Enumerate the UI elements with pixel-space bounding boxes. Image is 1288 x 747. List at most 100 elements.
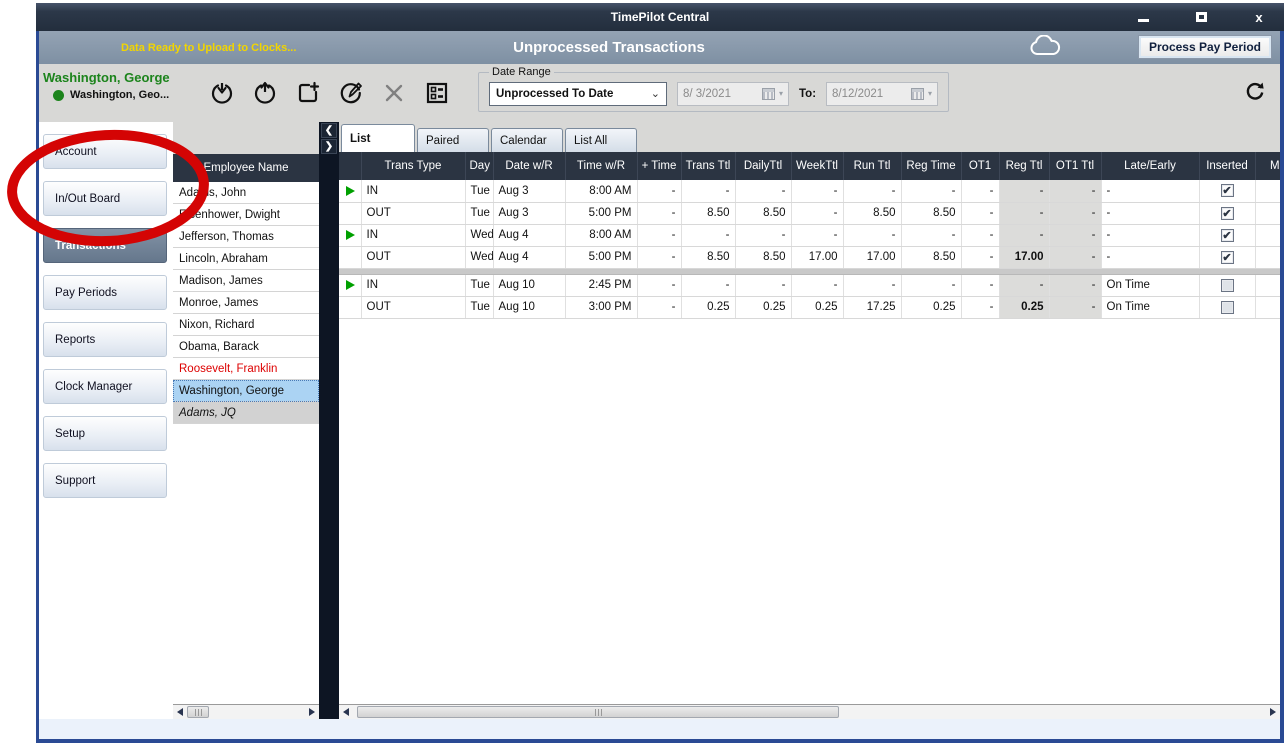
employee-list-item[interactable]: Adams, John	[173, 182, 319, 204]
column-header-day[interactable]: Day	[465, 152, 493, 180]
panel-divider: ❮ ❯	[319, 122, 339, 719]
checkbox-checked-icon[interactable]: ✔	[1221, 251, 1234, 264]
transactions-table: Trans TypeDayDate w/RTime w/R+ TimeTrans…	[339, 152, 1280, 319]
tab-calendar[interactable]: Calendar	[491, 128, 563, 152]
process-pay-period-button[interactable]: Process Pay Period	[1138, 35, 1272, 59]
column-header-ot1[interactable]: OT1	[961, 152, 999, 180]
close-button[interactable]: x	[1248, 7, 1270, 27]
sidebar-item-clock-manager[interactable]: Clock Manager	[43, 369, 167, 404]
view-options-button[interactable]	[424, 80, 450, 106]
column-header-marker[interactable]	[339, 152, 361, 180]
transaction-row[interactable]: INTueAug 102:45 PM---------On Time	[339, 274, 1280, 296]
cell-date-w-r: Aug 4	[493, 224, 565, 246]
selected-employee-status-name: Washington, Geo...	[70, 89, 169, 101]
employee-list-hscrollbar[interactable]	[173, 704, 319, 719]
column-header-trans-ttl[interactable]: Trans Ttl	[681, 152, 735, 180]
employee-list-item[interactable]: Adams, JQ	[173, 402, 319, 424]
column-header-weekttl[interactable]: WeekTtl	[791, 152, 843, 180]
minimize-button[interactable]	[1132, 7, 1154, 27]
column-header-mo[interactable]: Mo	[1255, 152, 1280, 180]
column-header-dailyttl[interactable]: DailyTtl	[735, 152, 791, 180]
sidebar-item-account[interactable]: Account	[43, 134, 167, 169]
tab-list-all[interactable]: List All	[565, 128, 637, 152]
employee-list-item[interactable]: Madison, James	[173, 270, 319, 292]
from-date-picker[interactable]: 8/ 3/2021 ▾	[677, 82, 789, 106]
table-hscrollbar[interactable]	[339, 704, 1280, 719]
transaction-row[interactable]: OUTWedAug 45:00 PM-8.508.5017.0017.008.5…	[339, 246, 1280, 268]
sidebar-item-transactions[interactable]: Transactions	[43, 228, 167, 263]
delete-transaction-button[interactable]	[381, 80, 407, 106]
clock-in-button[interactable]	[209, 80, 235, 106]
employee-list-item[interactable]: Monroe, James	[173, 292, 319, 314]
employee-list-item[interactable]: Lincoln, Abraham	[173, 248, 319, 270]
cell-late-early: On Time	[1101, 296, 1199, 318]
edit-transaction-button[interactable]	[338, 80, 364, 106]
column-header--time[interactable]: + Time	[637, 152, 681, 180]
employee-list: Adams, JohnEisenhower, DwightJefferson, …	[173, 182, 319, 719]
cell-inserted	[1199, 296, 1255, 318]
cloud-icon[interactable]	[1028, 35, 1062, 59]
checkbox-unchecked-icon[interactable]	[1221, 301, 1234, 314]
employee-list-item[interactable]: Obama, Barack	[173, 336, 319, 358]
cell-ot1: -	[961, 274, 999, 296]
transaction-row[interactable]: OUTTueAug 35:00 PM-8.508.50-8.508.50----…	[339, 202, 1280, 224]
column-header-inserted[interactable]: Inserted	[1199, 152, 1255, 180]
sidebar-item-reports[interactable]: Reports	[43, 322, 167, 357]
employee-list-item[interactable]: Eisenhower, Dwight	[173, 204, 319, 226]
add-transaction-button[interactable]	[295, 80, 321, 106]
cell-ot1-ttl: -	[1049, 296, 1101, 318]
maximize-button[interactable]	[1190, 7, 1212, 27]
selected-employee-info: Washington, George Washington, Geo...	[39, 64, 185, 122]
column-header-late-early[interactable]: Late/Early	[1101, 152, 1199, 180]
green-arrow-icon	[346, 186, 355, 196]
row-marker-cell	[339, 296, 361, 318]
column-header-ot1-ttl[interactable]: OT1 Ttl	[1049, 152, 1101, 180]
cell-weekttl: -	[791, 224, 843, 246]
checkbox-unchecked-icon[interactable]	[1221, 279, 1234, 292]
sidebar-item-support[interactable]: Support	[43, 463, 167, 498]
column-header-trans-type[interactable]: Trans Type	[361, 152, 465, 180]
column-header-reg-ttl[interactable]: Reg Ttl	[999, 152, 1049, 180]
edit-transaction-icon	[339, 81, 363, 105]
transaction-row[interactable]: OUTTueAug 103:00 PM-0.250.250.2517.250.2…	[339, 296, 1280, 318]
scrollbar-thumb[interactable]	[187, 706, 209, 718]
cell-reg-time: -	[901, 224, 961, 246]
row-marker-cell	[339, 246, 361, 268]
expand-panel-button[interactable]: ❯	[321, 139, 337, 154]
clock-out-button[interactable]	[252, 80, 278, 106]
cell-mo	[1255, 246, 1280, 268]
transactions-grid-wrap: Trans TypeDayDate w/RTime w/R+ TimeTrans…	[339, 152, 1280, 704]
scrollbar-thumb[interactable]	[357, 706, 839, 718]
transaction-row[interactable]: INWedAug 48:00 AM----------✔	[339, 224, 1280, 246]
column-header-reg-time[interactable]: Reg Time	[901, 152, 961, 180]
sidebar-item-pay-periods[interactable]: Pay Periods	[43, 275, 167, 310]
date-range-preset-dropdown[interactable]: Unprocessed To Date ⌄	[489, 82, 667, 106]
cell-mo	[1255, 180, 1280, 202]
tab-paired[interactable]: Paired	[417, 128, 489, 152]
collapse-panel-button[interactable]: ❮	[321, 123, 337, 138]
cell-dailyttl: -	[735, 274, 791, 296]
scroll-left-button[interactable]	[173, 705, 187, 720]
checkbox-checked-icon[interactable]: ✔	[1221, 207, 1234, 220]
scroll-right-button[interactable]	[1266, 705, 1280, 720]
cell-run-ttl: -	[843, 274, 901, 296]
sidebar-item-setup[interactable]: Setup	[43, 416, 167, 451]
refresh-button[interactable]	[1244, 80, 1266, 102]
scroll-left-button[interactable]	[339, 705, 353, 720]
checkbox-checked-icon[interactable]: ✔	[1221, 229, 1234, 242]
scroll-right-button[interactable]	[305, 705, 319, 720]
to-date-picker[interactable]: 8/12/2021 ▾	[826, 82, 938, 106]
checkbox-checked-icon[interactable]: ✔	[1221, 184, 1234, 197]
transaction-row[interactable]: INTueAug 38:00 AM----------✔	[339, 180, 1280, 202]
employee-list-item[interactable]: Washington, George	[173, 380, 319, 402]
cell-inserted: ✔	[1199, 202, 1255, 224]
employee-list-item[interactable]: Roosevelt, Franklin	[173, 358, 319, 380]
tab-list[interactable]: List	[341, 124, 415, 152]
sidebar-item-in-out-board[interactable]: In/Out Board	[43, 181, 167, 216]
employee-list-item[interactable]: Jefferson, Thomas	[173, 226, 319, 248]
column-header-run-ttl[interactable]: Run Ttl	[843, 152, 901, 180]
column-header-time-w-r[interactable]: Time w/R	[565, 152, 637, 180]
employee-list-item[interactable]: Nixon, Richard	[173, 314, 319, 336]
column-header-date-w-r[interactable]: Date w/R	[493, 152, 565, 180]
cell-trans-ttl: 8.50	[681, 246, 735, 268]
